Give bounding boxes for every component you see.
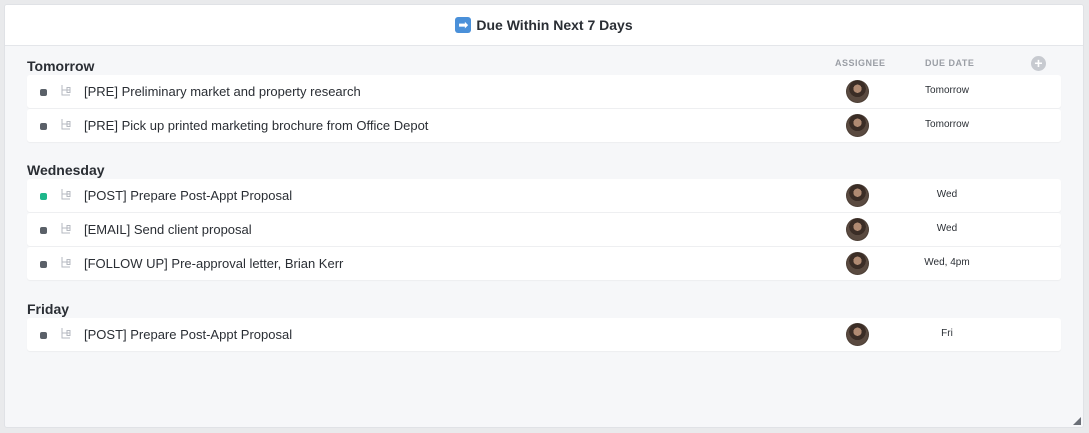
status-icon[interactable] xyxy=(40,332,47,339)
group-title-friday: Friday xyxy=(27,301,70,317)
assignee-avatar[interactable] xyxy=(846,80,869,103)
column-headers: ASSIGNEE DUE DATE + xyxy=(5,56,1083,74)
task-row[interactable]: [FOLLOW UP] Pre-approval letter, Brian K… xyxy=(27,247,1061,280)
subtask-icon[interactable] xyxy=(60,327,72,341)
task-row[interactable]: [POST] Prepare Post-Appt Proposal Fri xyxy=(27,318,1061,351)
add-column-button[interactable]: + xyxy=(1031,56,1046,71)
widget-title: Due Within Next 7 Days xyxy=(476,17,633,33)
task-row[interactable]: [PRE] Preliminary market and property re… xyxy=(27,75,1061,108)
task-name[interactable]: [PRE] Pick up printed marketing brochure… xyxy=(84,118,428,133)
task-name[interactable]: [FOLLOW UP] Pre-approval letter, Brian K… xyxy=(84,256,343,271)
column-assignee[interactable]: ASSIGNEE xyxy=(835,58,886,68)
assignee-avatar[interactable] xyxy=(846,184,869,207)
due-date[interactable]: Wed xyxy=(907,189,987,200)
subtask-icon[interactable] xyxy=(60,256,72,270)
status-icon[interactable] xyxy=(40,89,47,96)
group-title-wednesday: Wednesday xyxy=(27,162,105,178)
task-row[interactable]: [EMAIL] Send client proposal Wed xyxy=(27,213,1061,246)
task-name[interactable]: [POST] Prepare Post-Appt Proposal xyxy=(84,327,292,342)
assignee-avatar[interactable] xyxy=(846,323,869,346)
due-date[interactable]: Fri xyxy=(907,328,987,339)
status-icon[interactable] xyxy=(40,193,47,200)
subtask-icon[interactable] xyxy=(60,84,72,98)
task-row[interactable]: [PRE] Pick up printed marketing brochure… xyxy=(27,109,1061,142)
group-title-tomorrow: Tomorrow xyxy=(27,58,95,74)
widget-header: ➡ Due Within Next 7 Days xyxy=(5,5,1083,46)
status-icon[interactable] xyxy=(40,123,47,130)
task-row[interactable]: [POST] Prepare Post-Appt Proposal Wed xyxy=(27,179,1061,212)
status-icon[interactable] xyxy=(40,227,47,234)
subtask-icon[interactable] xyxy=(60,118,72,132)
task-name[interactable]: [PRE] Preliminary market and property re… xyxy=(84,84,361,99)
due-date[interactable]: Wed xyxy=(907,223,987,234)
task-name[interactable]: [EMAIL] Send client proposal xyxy=(84,222,252,237)
due-date[interactable]: Tomorrow xyxy=(907,85,987,96)
due-date[interactable]: Wed, 4pm xyxy=(907,257,987,268)
assignee-avatar[interactable] xyxy=(846,114,869,137)
right-arrow-emoji-icon: ➡ xyxy=(455,17,472,33)
column-due-date[interactable]: DUE DATE xyxy=(925,58,974,68)
resize-handle-icon[interactable] xyxy=(1073,417,1081,425)
dashboard-widget: ➡ Due Within Next 7 Days ASSIGNEE DUE DA… xyxy=(4,4,1084,428)
subtask-icon[interactable] xyxy=(60,222,72,236)
assignee-avatar[interactable] xyxy=(846,252,869,275)
due-date[interactable]: Tomorrow xyxy=(907,119,987,130)
status-icon[interactable] xyxy=(40,261,47,268)
subtask-icon[interactable] xyxy=(60,188,72,202)
task-name[interactable]: [POST] Prepare Post-Appt Proposal xyxy=(84,188,292,203)
assignee-avatar[interactable] xyxy=(846,218,869,241)
